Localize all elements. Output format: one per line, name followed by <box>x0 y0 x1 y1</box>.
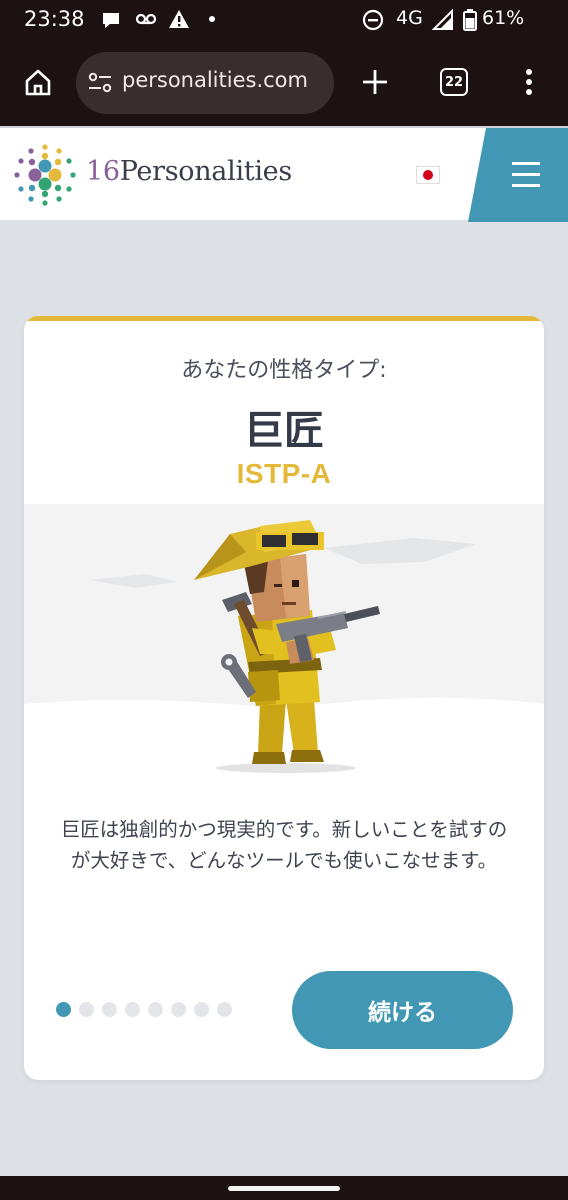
chat-bubble-icon <box>103 13 119 28</box>
signal-icon <box>432 9 453 30</box>
virtuoso-character-illustration <box>24 520 544 784</box>
new-tab-icon <box>363 70 387 94</box>
pagination-dot[interactable] <box>125 1002 140 1017</box>
result-card: あなたの性格タイプ: 巨匠 ISTP-A 巨匠は独創的かつ現実的です。新しいこと… <box>24 316 544 1080</box>
pagination-dots <box>56 1002 232 1017</box>
web-page: 16Personalities あなたの性格タイプ: 巨匠 ISTP-A 巨匠は… <box>0 126 568 1176</box>
logo-word: Personalities <box>119 156 292 187</box>
status-bar: 23:38 4G 61% <box>0 0 568 40</box>
logo-number: 16 <box>86 156 120 187</box>
new-tab-button[interactable] <box>347 54 403 110</box>
card-heading: あなたの性格タイプ: <box>181 358 387 383</box>
gesture-handle[interactable] <box>228 1186 340 1191</box>
card-accent-line <box>24 316 544 321</box>
voicemail-icon <box>135 13 157 25</box>
personality-type-name: 巨匠 <box>244 408 324 454</box>
pagination-dot[interactable] <box>171 1002 186 1017</box>
pagination-dot[interactable] <box>194 1002 209 1017</box>
network-type: 4G <box>396 7 423 29</box>
pagination-dot[interactable] <box>217 1002 232 1017</box>
pagination-dot[interactable] <box>102 1002 117 1017</box>
tab-count: 22 <box>440 68 468 96</box>
site-settings-icon[interactable] <box>88 72 112 94</box>
url-text: personalities.com <box>122 68 308 92</box>
tab-switcher-button[interactable]: 22 <box>426 54 482 110</box>
site-header: 16Personalities <box>0 126 568 222</box>
japan-flag-icon[interactable] <box>416 166 440 184</box>
home-icon <box>25 69 51 96</box>
home-button[interactable] <box>10 54 66 110</box>
menu-button[interactable] <box>468 128 568 222</box>
continue-button[interactable]: 続ける <box>292 971 513 1049</box>
warning-icon <box>169 10 189 28</box>
logo-icon[interactable] <box>14 144 76 206</box>
logo-text[interactable]: 16Personalities <box>86 156 292 187</box>
system-nav-bar <box>0 1176 568 1200</box>
battery-icon <box>463 9 477 31</box>
pagination-dot[interactable] <box>79 1002 94 1017</box>
more-menu-icon <box>526 69 532 95</box>
type-description: 巨匠は独創的かつ現実的です。新しいことを試すのが大好きで、どんなツールでも使いこ… <box>60 818 508 872</box>
dot-icon <box>209 16 215 22</box>
browser-toolbar: personalities.com 22 <box>0 40 568 126</box>
pagination-dot-active[interactable] <box>56 1002 71 1017</box>
address-bar[interactable]: personalities.com <box>76 52 334 114</box>
battery-level: 61% <box>482 7 525 29</box>
flag-circle <box>423 170 433 180</box>
do-not-disturb-icon <box>362 9 384 31</box>
status-time: 23:38 <box>24 7 85 31</box>
pagination-dot[interactable] <box>148 1002 163 1017</box>
personality-type-code: ISTP-A <box>236 458 332 489</box>
more-menu-button[interactable] <box>501 54 557 110</box>
